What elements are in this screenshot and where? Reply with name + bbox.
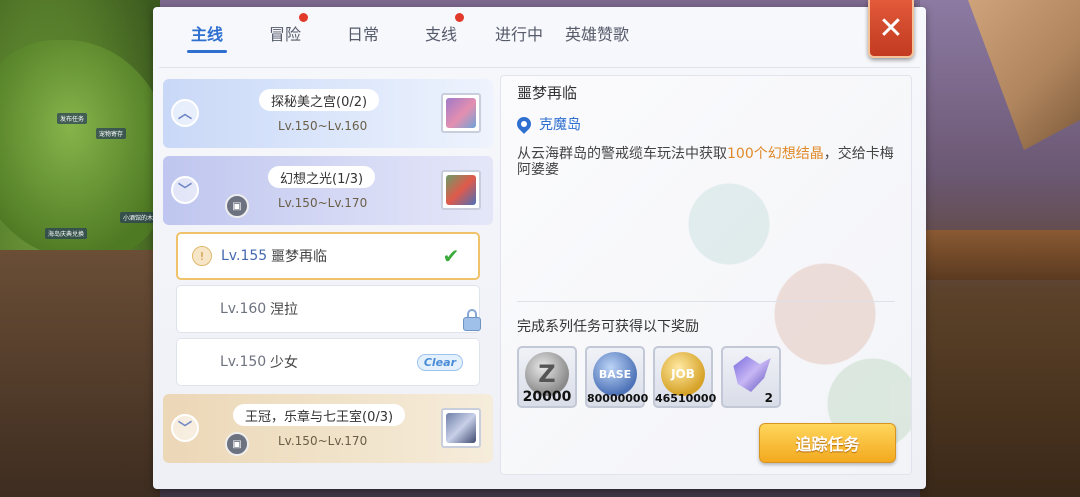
tab-daily[interactable]: 日常 [324,7,402,59]
quest-item[interactable]: Lv.160 涅拉 [176,285,481,333]
quest-location[interactable]: 克魔岛 [514,114,581,134]
notification-dot [299,13,308,22]
gallery-icon[interactable]: ▣ [225,194,249,218]
chapter-level-range: Lv.150~Lv.170 [278,196,368,210]
quest-item[interactable]: ! Lv.155 噩梦再临 ✔ [176,232,480,280]
quest-level: Lv.155 [221,248,268,264]
chapter-item[interactable]: ﹀ ▣ 幻想之光(1/3) Lv.150~Lv.170 [163,156,493,225]
quest-detail: 噩梦再临 克魔岛 从云海群岛的警戒缆车玩法中获取100个幻想结晶，交给卡梅阿婆婆… [500,75,912,475]
fantasy-crystal-icon [733,356,771,392]
npc-tag: 海岛庆典兑换 [45,228,88,239]
reward-amount: 46510000 [655,392,717,405]
quest-level: Lv.150 [220,354,267,370]
tab-label: 冒险 [268,25,301,44]
tab-label: 英雄赞歌 [564,25,629,44]
background-scene-right [920,0,1080,497]
npc-tag: 发布任务 [57,113,88,124]
track-quest-button[interactable]: 追踪任务 [759,423,896,463]
tab-label: 支线 [424,25,457,44]
location-name: 克魔岛 [539,117,581,133]
tab-main[interactable]: 主线 [168,7,246,59]
reward-amount: 2 [764,391,773,405]
base-exp-icon: BASE [593,352,637,396]
reward-amount: 20000 [522,389,572,405]
background-scene-left: 发布任务 宠物寄存 海岛庆典兑换 小酒馆的木 [0,0,170,497]
chapter-title: 探秘美之宫(0/2) [259,89,380,111]
background-cliff [0,250,160,497]
clear-badge: Clear [416,353,463,371]
chapter-title: 幻想之光(1/3) [268,166,376,188]
reward-item[interactable]: BASE 80000000 [585,346,649,408]
tab-label: 主线 [190,25,223,44]
chapter-item[interactable]: ﹀ ▣ 王冠，乐章与七王室(0/3) Lv.150~Lv.170 [163,394,493,463]
selected-quest-icon: ! [192,246,212,266]
tab-in-progress[interactable]: 进行中 [480,7,558,59]
desc-text: 从云海群岛的警戒缆车玩法中获取 [517,146,727,162]
gallery-icon[interactable]: ▣ [225,432,249,456]
notification-dot [455,13,464,22]
detail-divider [517,301,895,302]
reward-list: Z 20000 BASE 80000000 JOB 46510000 2 [517,346,781,408]
npc-tag: 宠物寄存 [96,128,127,139]
chapter-thumbnail [441,93,481,133]
background-sail [968,0,1080,150]
tab-label: 日常 [346,25,379,44]
quest-name: 涅拉 [270,302,298,318]
tab-label: 进行中 [494,25,543,44]
tab-adventure[interactable]: 冒险 [246,7,324,59]
quest-description: 从云海群岛的警戒缆车玩法中获取100个幻想结晶，交给卡梅阿婆婆 [517,146,897,178]
background-island [0,40,170,260]
chevron-down-icon[interactable]: ﹀ [171,414,199,442]
check-icon: ✔ [442,244,460,268]
chapter-thumbnail [441,408,481,448]
chevron-up-icon[interactable]: ︿ [171,99,199,127]
reward-item[interactable]: JOB 46510000 [653,346,717,408]
chapter-title: 王冠，乐章与七王室(0/3) [233,404,406,426]
quest-list: ︿ 探秘美之宫(0/2) Lv.150~Lv.160 ﹀ ▣ 幻想之光(1/3)… [163,79,493,469]
quest-tabs: 主线 冒险 日常 支线 进行中 英雄赞歌 [168,7,636,59]
chapter-level-range: Lv.150~Lv.170 [278,434,368,448]
reward-title: 完成系列任务可获得以下奖励 [517,319,699,335]
job-exp-icon: JOB [661,352,705,396]
close-button[interactable]: ✕ [868,0,914,58]
background-deck [920,230,1080,280]
chapter-item[interactable]: ︿ 探秘美之宫(0/2) Lv.150~Lv.160 [163,79,493,148]
quest-item[interactable]: Lv.150 少女 Clear [176,338,480,386]
chevron-down-icon[interactable]: ﹀ [171,176,199,204]
quest-name: 少女 [270,355,298,371]
npc-tag: 小酒馆的木 [120,212,157,223]
quest-panel: 主线 冒险 日常 支线 进行中 英雄赞歌 ︿ 探秘美之宫(0/2) Lv.150… [153,7,926,489]
reward-item[interactable]: Z 20000 [517,346,577,408]
quest-name: 噩梦再临 [271,249,327,265]
location-pin-icon [514,114,534,134]
tab-hero-anthem[interactable]: 英雄赞歌 [558,7,636,59]
desc-highlight: 100个幻想结晶 [727,146,824,162]
quest-level: Lv.160 [220,301,267,317]
tab-divider [159,67,920,68]
chapter-level-range: Lv.150~Lv.160 [278,119,368,133]
tab-side[interactable]: 支线 [402,7,480,59]
quest-detail-title: 噩梦再临 [517,84,578,102]
close-icon: ✕ [878,10,904,46]
chapter-thumbnail [441,170,481,210]
reward-amount: 80000000 [587,392,649,405]
reward-item[interactable]: 2 [721,346,781,408]
